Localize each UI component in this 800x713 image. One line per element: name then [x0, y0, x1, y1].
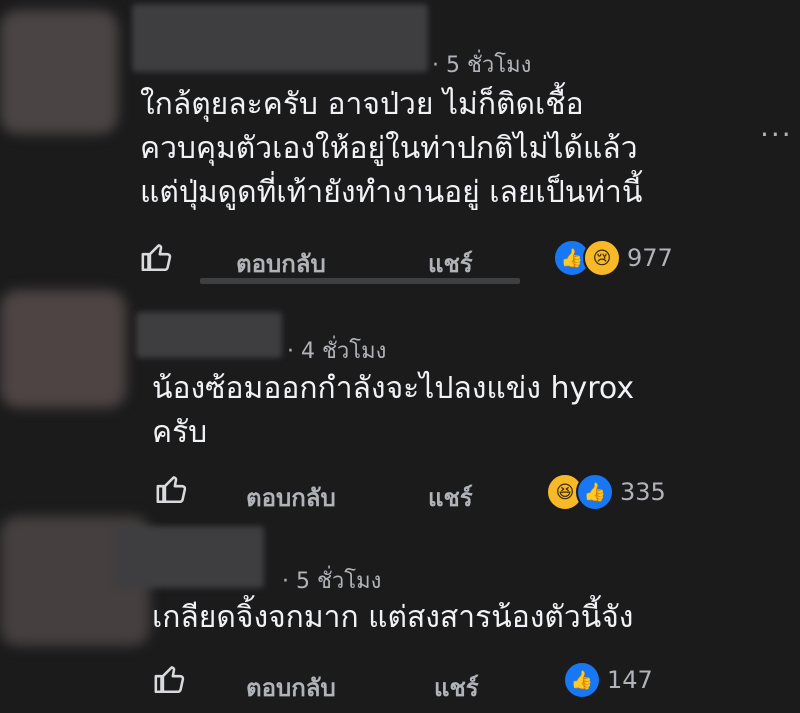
avatar[interactable] [0, 10, 118, 134]
like-reaction-icon: 👍 [563, 661, 601, 699]
commenter-name-redacted [114, 526, 264, 588]
reaction-summary[interactable]: 👍 147 [563, 660, 653, 700]
comment-time[interactable]: · 5 ชั่วโมง [282, 563, 381, 598]
like-reaction-icon: 👍 [576, 473, 614, 511]
reaction-summary[interactable]: 😆 👍 335 [546, 472, 666, 512]
commenter-name-redacted [136, 312, 282, 358]
more-options-icon[interactable]: ··· [760, 118, 793, 151]
thumbs-up-icon[interactable] [155, 472, 189, 506]
comment-actions: ตอบกลับ แชร์ 😆 👍 335 [0, 470, 800, 512]
reaction-count: 977 [627, 244, 673, 272]
comment-actions: ตอบกลับ แชร์ 👍 147 [0, 660, 800, 702]
comment-text: น้องซ้อมออกกำลังจะไปลงแข่ง hyrox ครับ [152, 371, 635, 450]
thumbs-up-icon[interactable] [153, 662, 187, 696]
thumbs-up-icon[interactable] [140, 240, 174, 274]
comment-text: เกลียดจิ้งจกมาก แต่สงสารน้องตัวนี้จัง [152, 600, 634, 635]
reaction-count: 335 [620, 478, 666, 506]
comment-actions: ตอบกลับ แชร์ 👍 😢 977 [0, 238, 800, 278]
comment-time[interactable]: · 4 ชั่วโมง [287, 333, 386, 368]
comment-text: ใกล้ตุยละครับ อาจป่วย ไม่ก็ติดเชื้อ ควบค… [140, 87, 643, 210]
avatar[interactable] [0, 290, 126, 408]
reaction-count: 147 [607, 666, 653, 694]
faded-text-remnant [200, 278, 520, 284]
reply-button[interactable]: ตอบกลับ [246, 668, 336, 707]
comment-time[interactable]: · 5 ชั่วโมง [432, 47, 531, 82]
share-button[interactable]: แชร์ [434, 668, 479, 707]
commenter-name-redacted [132, 4, 428, 72]
sad-reaction-icon: 😢 [583, 239, 621, 277]
reply-button[interactable]: ตอบกลับ [246, 478, 336, 517]
reaction-summary[interactable]: 👍 😢 977 [553, 238, 673, 278]
share-button[interactable]: แชร์ [428, 478, 473, 517]
